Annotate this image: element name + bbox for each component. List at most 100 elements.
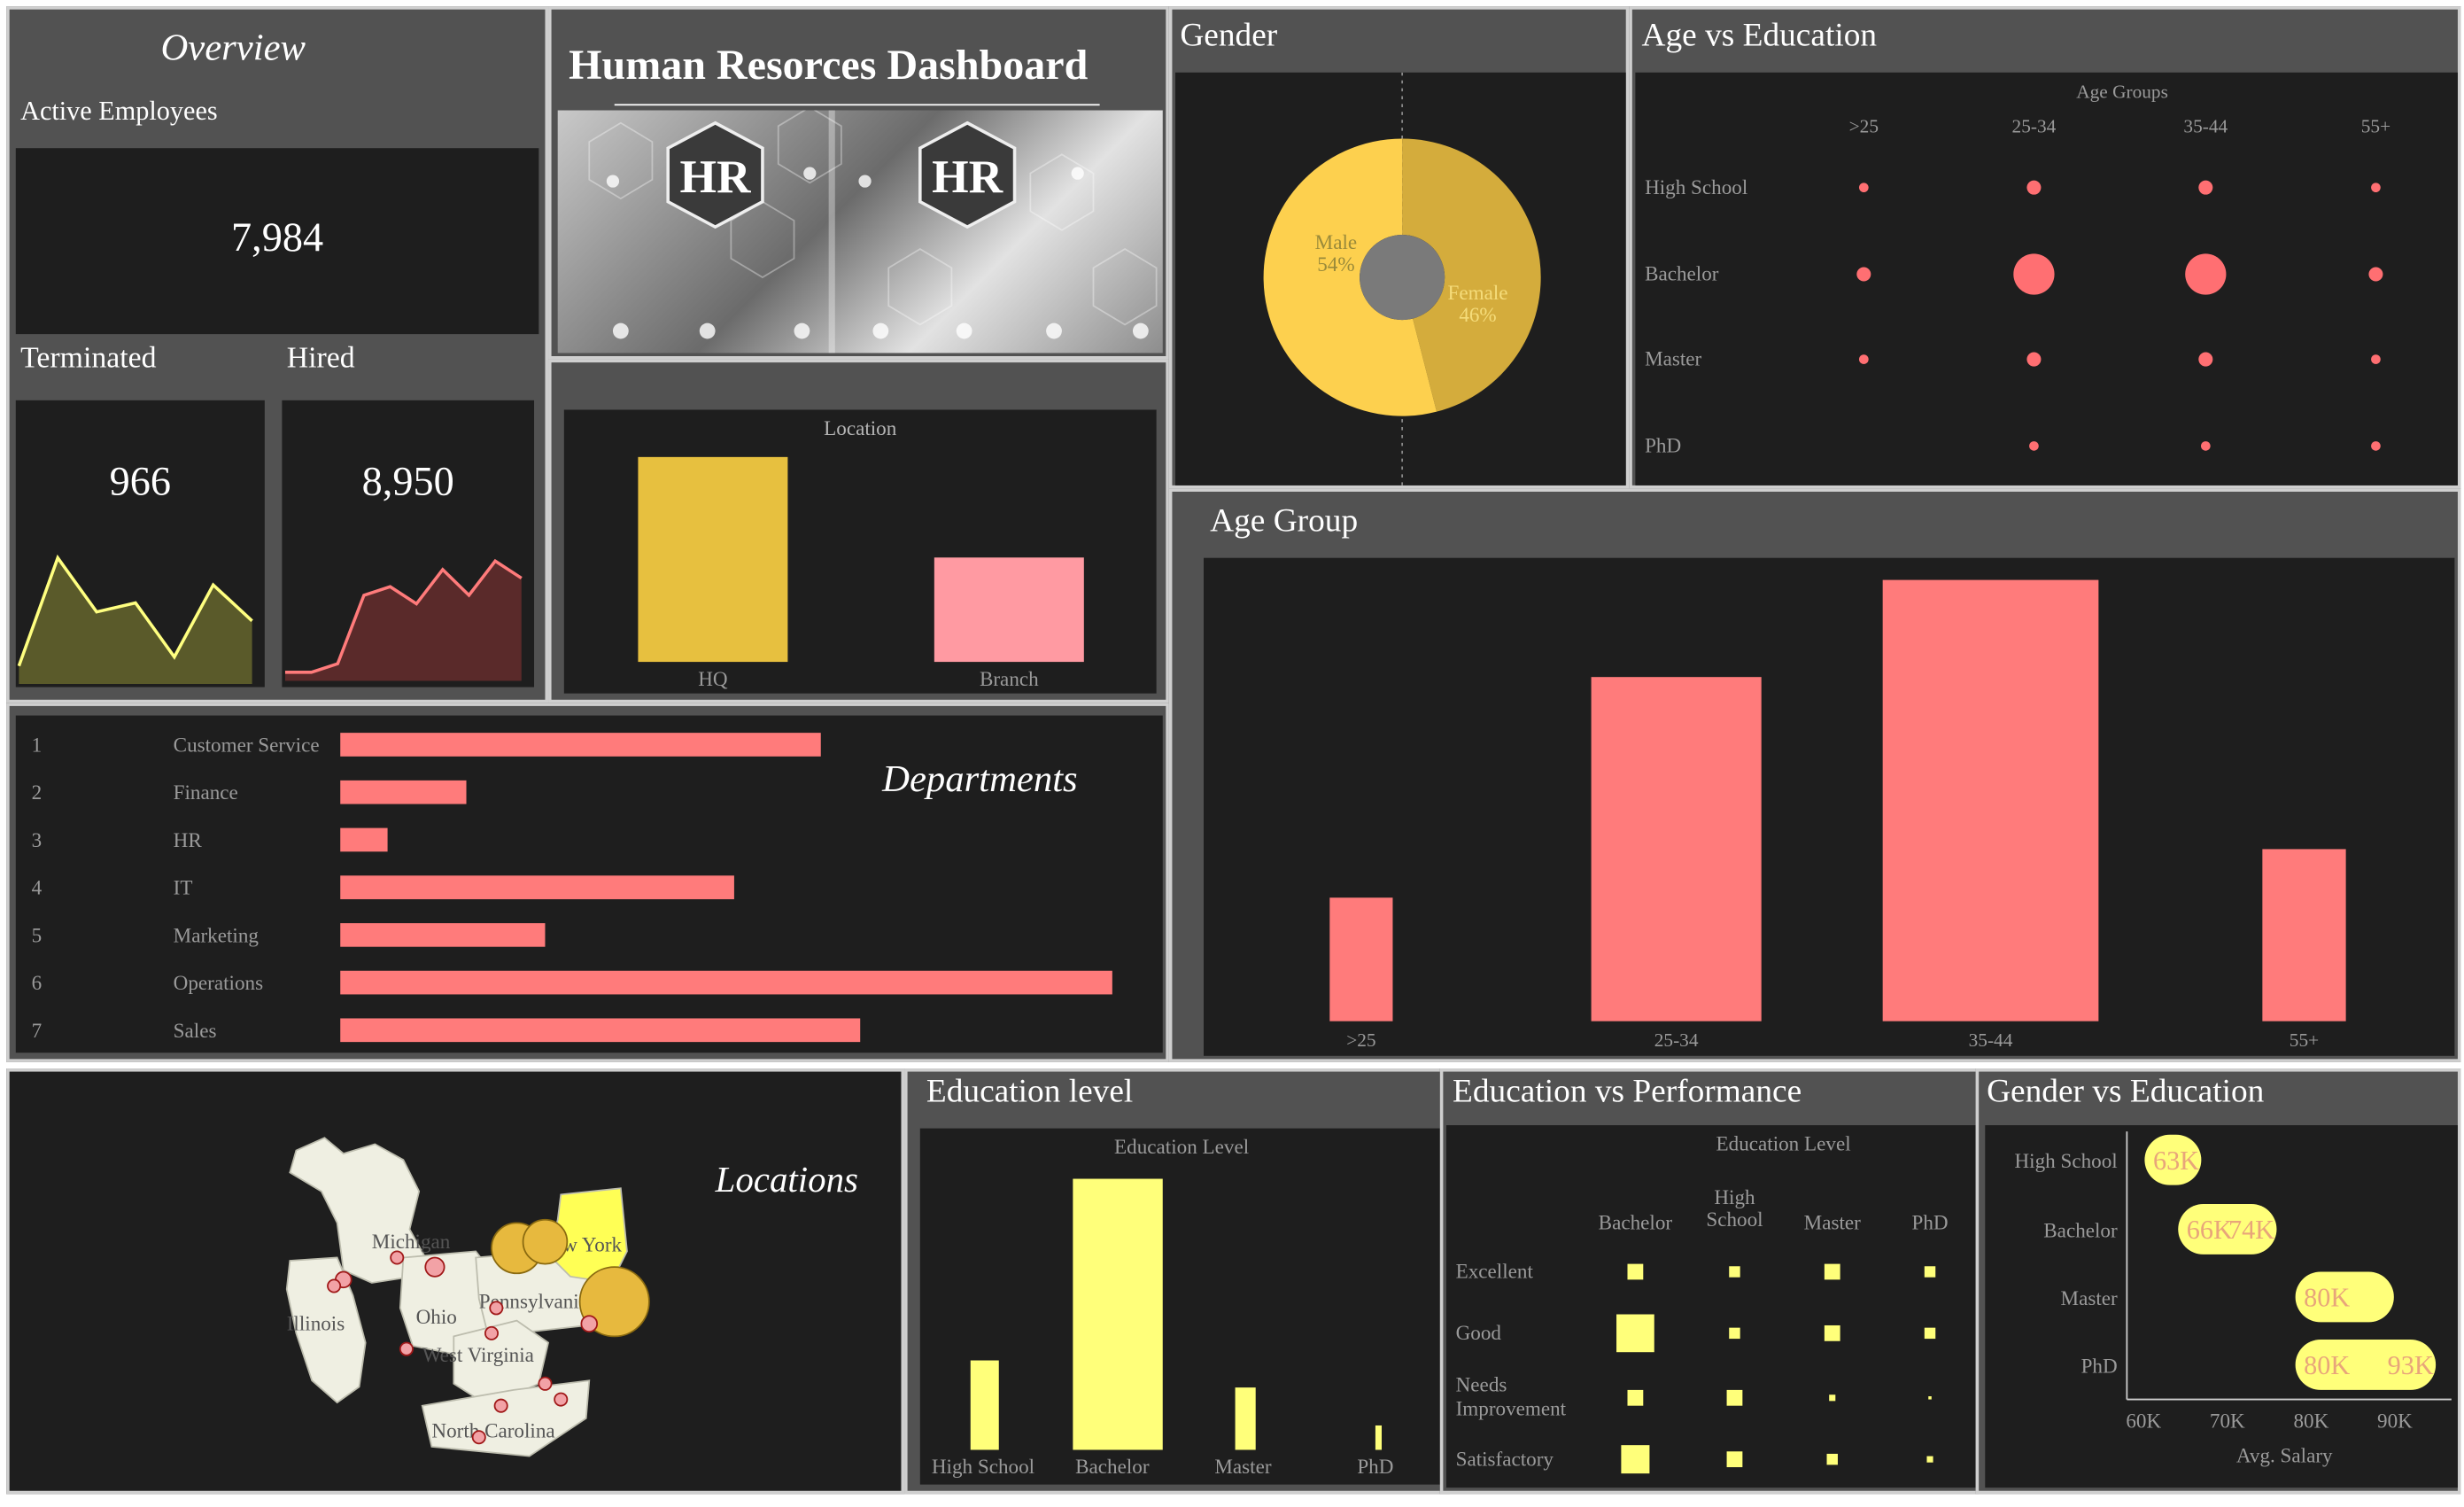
gender-edu-tick-label: 70K	[2210, 1410, 2245, 1433]
gender-male-label: Male	[1315, 231, 1357, 254]
gender-edu-row-label: Bachelor	[2043, 1219, 2118, 1242]
age-group-bar	[2262, 849, 2346, 1021]
edu-perf-square	[1924, 1266, 1936, 1278]
department-label: Sales	[174, 1020, 217, 1043]
hr-banner-image: HR HR	[557, 110, 1163, 353]
age-edu-bubble-chart: Age Groups >25 25-34 35-44 55+ High School Bac…	[1645, 81, 2390, 458]
gender-edu-row-label: PhD	[2081, 1355, 2118, 1378]
location-bar-hq	[638, 456, 788, 663]
active-employees-card: 7,984	[15, 148, 539, 335]
department-bar	[340, 970, 1112, 995]
overview-title: Overview	[160, 28, 306, 70]
map-marker-small	[424, 1256, 446, 1278]
gender-edu-value-label: 66K	[2187, 1215, 2233, 1245]
hired-card: 8,950	[282, 400, 535, 687]
age-edu-subtitle: Age Groups	[2076, 81, 2168, 102]
banner-hr-text-2: HR	[932, 150, 1003, 203]
edu-perf-square	[1928, 1396, 1932, 1400]
age-edu-bubble	[2198, 352, 2213, 367]
age-edu-bubble	[2371, 354, 2381, 364]
department-index: 6	[32, 972, 43, 995]
age-edu-bubble	[2013, 253, 2055, 295]
age-group-bar	[1329, 897, 1393, 1021]
age-edu-panel: Age vs Education Age Groups >25 25-34 35-44…	[1629, 6, 2461, 489]
edu-perf-title: Education vs Performance	[1453, 1071, 1802, 1110]
map-marker-small	[580, 1315, 599, 1332]
gender-edu-range-chart: High School Bachelor Master PhD 63K 66K74K 80K…	[2015, 1131, 2452, 1468]
age-edu-chart-area: Age Groups >25 25-34 35-44 55+ High School Bac…	[1635, 72, 2458, 486]
hired-sparkline	[284, 558, 523, 681]
department-label: Marketing	[174, 924, 260, 947]
dashboard-root: Overview Active Employees 7,984 Terminat…	[0, 0, 2464, 1507]
sparkline-area	[284, 561, 522, 681]
age-edu-bubble	[2026, 352, 2042, 367]
map-marker-small	[484, 1325, 499, 1340]
map-marker-small	[554, 1392, 569, 1407]
department-index: 4	[32, 877, 43, 900]
edu-perf-square	[1926, 1456, 1933, 1463]
map-marker-small	[493, 1398, 508, 1413]
edu-perf-square-chart: Education Level Bachelor HighSchool Master P…	[1456, 1133, 1949, 1474]
edu-perf-square	[1616, 1314, 1654, 1353]
education-level-chart-area: Education Level High School Bachelor Master…	[919, 1128, 1444, 1485]
education-level-tick-label: PhD	[1357, 1456, 1393, 1479]
education-level-bar	[970, 1360, 999, 1450]
gender-title: Gender	[1180, 15, 1278, 54]
age-edu-row-label: PhD	[1645, 435, 1681, 458]
age-group-tick-label: >25	[1346, 1029, 1375, 1051]
age-edu-column-label: 55+	[2361, 115, 2390, 136]
gender-donut-chart: Male54% Female46%	[1263, 72, 1541, 486]
education-level-chart-title: Education Level	[1114, 1136, 1249, 1159]
map-marker-small	[399, 1341, 414, 1356]
department-label: HR	[174, 829, 203, 852]
edu-perf-row-label: Good	[1456, 1322, 1502, 1345]
edu-perf-square	[1627, 1263, 1644, 1280]
hr-banner-graphic: HR HR	[588, 110, 1158, 353]
gender-edu-panel: Gender vs Education High School Bachelor M…	[1975, 1068, 2461, 1495]
departments-title: Departments	[882, 759, 1078, 801]
north-carolina-state	[421, 1379, 591, 1457]
department-label: Finance	[174, 781, 238, 804]
gender-chart-area: Male 54% Female 46%	[1174, 72, 1626, 486]
age-edu-column-label: 25-34	[2012, 115, 2057, 136]
edu-perf-chart-area: Education Level Bachelor High School Master P…	[1445, 1125, 1976, 1488]
terminated-card: 966	[15, 400, 265, 687]
department-bar	[340, 733, 821, 757]
title-underline	[614, 104, 1100, 106]
education-level-title: Education level	[926, 1071, 1134, 1110]
department-bar	[340, 827, 388, 852]
location-panel: Location HQ Branch	[548, 359, 1169, 703]
age-edu-bubble	[2185, 253, 2227, 295]
age-group-tick-label: 25-34	[1654, 1029, 1699, 1051]
locations-map-panel: Locations Michigan New York Illinois Ohi…	[6, 1068, 905, 1495]
edu-perf-column-label: PhD	[1911, 1211, 1948, 1234]
map-marker-small	[390, 1250, 405, 1265]
overview-panel: Overview Active Employees 7,984 Terminat…	[6, 6, 549, 703]
edu-perf-row-label: Excellent	[1456, 1261, 1534, 1284]
gender-edu-value-label: 93K	[2388, 1350, 2434, 1380]
age-edu-bubble	[1858, 354, 1869, 364]
department-index: 2	[32, 781, 43, 804]
edu-perf-square	[1826, 1453, 1838, 1465]
education-level-tick-label: Master	[1214, 1456, 1271, 1479]
department-index: 5	[32, 924, 43, 947]
department-bar	[340, 923, 546, 947]
age-group-tick-label: 35-44	[1969, 1029, 2013, 1051]
label-ohio: Ohio	[416, 1306, 457, 1329]
age-edu-bubble	[1858, 183, 1869, 193]
label-michigan: Michigan	[372, 1231, 451, 1254]
edu-perf-column-label: School	[1706, 1208, 1763, 1231]
gender-edu-value-label: 63K	[2153, 1146, 2199, 1176]
gender-panel: Gender Male 54% Female 46%	[1168, 6, 1630, 489]
age-edu-bubble	[2371, 183, 2381, 193]
edu-perf-square	[1621, 1445, 1650, 1474]
gender-donut-hole	[1360, 235, 1445, 321]
age-edu-column-label: >25	[1849, 115, 1879, 136]
department-bar	[340, 875, 734, 899]
gender-edu-tick-label: 90K	[2377, 1410, 2413, 1433]
age-edu-row-label: Bachelor	[1645, 263, 1719, 286]
gender-edu-value-label: 80K	[2304, 1283, 2350, 1313]
hired-label: Hired	[286, 341, 355, 376]
edu-perf-row-label: Needs	[1456, 1374, 1507, 1397]
edu-perf-column-label: Bachelor	[1599, 1211, 1673, 1234]
